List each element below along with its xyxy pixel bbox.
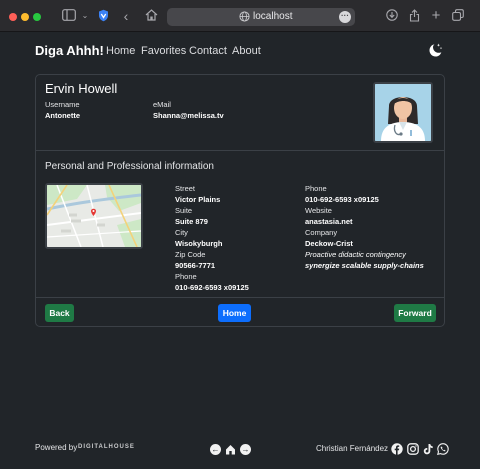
digitalhouse-logo: DIGITALHOUSE (78, 444, 135, 450)
whatsapp-icon[interactable] (437, 443, 449, 455)
website-label: Website (305, 206, 332, 215)
company-value: Deckow-Crist (305, 239, 353, 248)
email-value: Shanna@melissa.tv (153, 111, 224, 120)
app-navbar: Diga Ahhh! Home Favorites Contact About (0, 33, 480, 67)
sidebar-icon[interactable] (62, 9, 76, 23)
tab-overview-icon[interactable] (452, 9, 464, 23)
user-name: Ervin Howell (45, 81, 118, 96)
city-label: City (175, 228, 188, 237)
zoom-window-button[interactable] (33, 13, 41, 21)
url-text: localhost (253, 11, 293, 22)
back-arrow-icon[interactable]: ‹ (120, 9, 132, 23)
browser-window: ⌄ ‹ localhost ··· + Diga Ahhh! Home Favo… (0, 0, 480, 469)
email-label: eMail (153, 100, 171, 109)
moon-stars-icon[interactable] (427, 42, 443, 58)
minimize-window-button[interactable] (21, 13, 29, 21)
share-icon[interactable] (408, 9, 420, 23)
city-value: Wisokyburgh (175, 239, 223, 248)
arrow-right-circle-icon[interactable]: → (240, 444, 251, 455)
website-value[interactable]: anastasia.net (305, 217, 353, 226)
back-button[interactable]: Back (45, 304, 74, 322)
phone-label: Phone (175, 272, 197, 281)
address-bar[interactable]: localhost ··· (167, 8, 355, 26)
new-tab-icon[interactable]: + (430, 8, 442, 23)
phone-value: 010-692-6593 x09125 (175, 283, 249, 292)
username-label: Username (45, 100, 80, 109)
street-value: Victor Plains (175, 195, 221, 204)
street-label: Street (175, 184, 196, 193)
phone-label-secondary: Phone (305, 184, 327, 193)
company-bs: synergize scalable supply-chains (305, 261, 424, 270)
suite-value: Suite 879 (175, 217, 208, 226)
instagram-icon[interactable] (407, 443, 419, 455)
company-catch-phrase: Proactive didactic contingency (305, 250, 406, 259)
section-title: Personal and Professional information (45, 161, 214, 172)
brand-logo-text[interactable]: Diga Ahhh! (35, 43, 104, 58)
close-window-button[interactable] (9, 13, 17, 21)
zip-value: 90566-7771 (175, 261, 216, 270)
user-detail-card: Ervin Howell Username Antonette eMail Sh… (35, 74, 445, 327)
home-icon[interactable] (144, 9, 158, 23)
phone-value-secondary: 010-692-6593 x09125 (305, 195, 379, 204)
company-label: Company (305, 228, 338, 237)
location-map-image[interactable] (45, 183, 143, 249)
doctor-avatar (373, 82, 433, 143)
powered-by-text: Powered by (35, 443, 78, 452)
username-value: Antonette (45, 111, 80, 120)
nav-link-favorites[interactable]: Favorites (141, 45, 186, 57)
nav-link-contact[interactable]: Contact (189, 45, 227, 57)
page-footer: Powered by DIGITALHOUSE ← → Christian Fe… (0, 436, 480, 469)
shield-icon[interactable] (97, 9, 109, 23)
arrow-left-circle-icon[interactable]: ← (210, 444, 221, 455)
zip-label: Zip Code (175, 250, 206, 259)
home-button[interactable]: Home (218, 304, 251, 322)
globe-icon (239, 11, 250, 22)
tiktok-icon[interactable] (422, 443, 434, 455)
browser-toolbar: ⌄ ‹ localhost ··· + (0, 0, 480, 32)
forward-button[interactable]: Forward (394, 304, 436, 322)
nav-link-home[interactable]: Home (106, 45, 135, 57)
more-options-icon[interactable]: ··· (339, 11, 351, 23)
download-icon[interactable] (386, 9, 398, 23)
card-divider-bottom (36, 297, 444, 298)
suite-label: Suite (175, 206, 193, 215)
author-name: Christian Fernández (316, 444, 389, 453)
card-divider-top (36, 150, 444, 151)
nav-link-about[interactable]: About (232, 45, 261, 57)
house-icon[interactable] (225, 444, 236, 455)
facebook-icon[interactable] (391, 443, 403, 455)
chevron-down-icon[interactable]: ⌄ (80, 9, 90, 23)
